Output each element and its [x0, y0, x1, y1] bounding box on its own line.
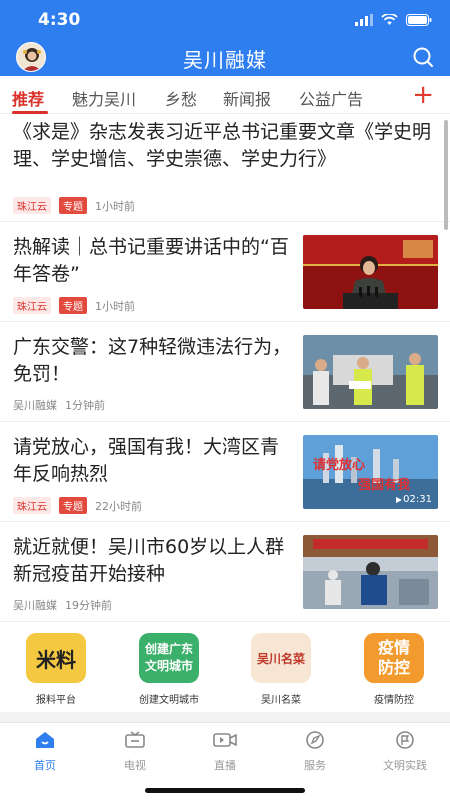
epidemic-control-icon: 疫情 防控	[364, 633, 424, 683]
publish-time: 1分钟前	[65, 399, 105, 412]
app-civilized-city[interactable]: 创建广东 文明城市 创建文明城市	[124, 633, 214, 706]
report-platform-icon: 米料	[26, 633, 86, 683]
news-meta: 珠江云 专题 22小时前	[13, 497, 142, 514]
tab-recommend[interactable]: 推荐	[12, 86, 44, 110]
app-famous-dishes[interactable]: 吴川名菜 吴川名菜	[236, 633, 326, 706]
news-thumbnail	[303, 335, 438, 409]
quick-apps: 米料 报料平台 创建广东 文明城市 创建文明城市 吴川名菜 吴川名菜 疫情 防控…	[0, 625, 450, 715]
source-badge: 珠江云	[13, 497, 51, 514]
topic-badge: 专题	[59, 297, 87, 314]
signal-icon	[355, 14, 373, 26]
news-headline: 广东交警：这7种轻微违法行为，免罚！	[13, 336, 292, 385]
section-divider	[0, 712, 450, 722]
tab-public-ads[interactable]: 公益广告	[299, 86, 363, 110]
topic-badge: 专题	[59, 197, 87, 214]
nav-service[interactable]: 服务	[270, 731, 360, 773]
status-time: 4:30	[38, 10, 81, 30]
tab-charm-wuchuan[interactable]: 魅力吴川	[72, 86, 136, 110]
news-thumbnail	[303, 235, 438, 309]
news-thumbnail	[303, 535, 438, 609]
source-badge: 珠江云	[13, 297, 51, 314]
nav-label: 文明实践	[383, 759, 427, 772]
compass-icon	[306, 731, 324, 749]
app-label: 创建文明城市	[139, 695, 199, 706]
news-meta: 吴川融媒 1分钟前	[13, 397, 105, 413]
wifi-icon	[381, 14, 398, 25]
nav-label: 电视	[124, 759, 146, 772]
status-bar: 4:30	[0, 0, 450, 40]
news-headline: 热解读｜总书记重要讲话中的“百年答卷”	[13, 236, 289, 285]
news-feed: 《求是》杂志发表习近平总书记重要文章《学史明理、学史增信、学史崇德、学史力行》 …	[0, 115, 450, 622]
video-duration: 02:31	[403, 494, 432, 505]
app-label: 疫情防控	[374, 695, 414, 706]
video-camera-icon	[213, 733, 237, 747]
tv-icon	[125, 731, 145, 748]
app-header: 吴川融媒	[0, 40, 450, 76]
tab-nostalgia[interactable]: 乡愁	[165, 86, 197, 110]
topic-badge: 专题	[59, 497, 87, 514]
nav-label: 直播	[214, 759, 236, 772]
news-item[interactable]: 热解读｜总书记重要讲话中的“百年答卷” 珠江云 专题 1小时前	[0, 222, 450, 322]
feed-scrollbar[interactable]	[444, 120, 448, 230]
svg-text:请党放心: 请党放心	[313, 457, 365, 473]
publish-time: 1小时前	[95, 299, 135, 313]
page-title: 吴川融媒	[183, 48, 267, 72]
app-epidemic-control[interactable]: 疫情 防控 疫情防控	[349, 633, 439, 706]
home-indicator	[145, 788, 305, 793]
flag-icon	[396, 731, 414, 749]
news-meta: 珠江云 专题 1小时前	[13, 197, 135, 214]
source-label: 吴川融媒	[13, 599, 57, 612]
add-channel-button[interactable]: +	[412, 82, 434, 108]
publish-time: 19分钟前	[65, 599, 112, 612]
svg-text:强国有我: 强国有我	[358, 477, 410, 493]
news-item[interactable]: 《求是》杂志发表习近平总书记重要文章《学史明理、学史增信、学史崇德、学史力行》 …	[0, 115, 450, 222]
nav-label: 首页	[34, 759, 56, 772]
news-headline: 请党放心，强国有我！大湾区青年反响热烈	[13, 436, 280, 485]
civilized-city-icon: 创建广东 文明城市	[139, 633, 199, 683]
nav-tv[interactable]: 电视	[90, 731, 180, 773]
source-label: 吴川融媒	[13, 399, 57, 412]
category-tabs: 推荐 魅力吴川 乡愁 新闻报 公益广告 +	[0, 78, 450, 114]
home-icon	[36, 732, 54, 748]
news-item[interactable]: 就近就便！吴川市60岁以上人群新冠疫苗开始接种 吴川融媒 19分钟前	[0, 522, 450, 622]
source-badge: 珠江云	[13, 197, 51, 214]
app-label: 吴川名菜	[261, 695, 301, 706]
news-headline: 《求是》杂志发表习近平总书记重要文章《学史明理、学史增信、学史崇德、学史力行》	[13, 121, 432, 170]
publish-time: 1小时前	[95, 199, 135, 213]
search-icon[interactable]	[412, 46, 434, 68]
status-icons	[355, 14, 432, 26]
famous-dishes-icon: 吴川名菜	[251, 633, 311, 683]
nav-live[interactable]: 直播	[180, 731, 270, 773]
video-thumbnail[interactable]: 请党放心 强国有我 02:31	[303, 435, 438, 509]
news-item[interactable]: 请党放心，强国有我！大湾区青年反响热烈 珠江云 专题 22小时前 请党放心 强国…	[0, 422, 450, 522]
nav-civilization-practice[interactable]: 文明实践	[360, 731, 450, 773]
battery-icon	[406, 14, 432, 26]
news-meta: 珠江云 专题 1小时前	[13, 297, 135, 314]
news-meta: 吴川融媒 19分钟前	[13, 597, 112, 613]
news-item[interactable]: 广东交警：这7种轻微违法行为，免罚！ 吴川融媒 1分钟前	[0, 322, 450, 422]
app-label: 报料平台	[36, 695, 76, 706]
nav-home[interactable]: 首页	[0, 731, 90, 773]
news-headline: 就近就便！吴川市60岁以上人群新冠疫苗开始接种	[13, 536, 285, 585]
active-tab-indicator	[12, 111, 48, 114]
publish-time: 22小时前	[95, 499, 142, 513]
app-report-platform[interactable]: 米料 报料平台	[11, 633, 101, 706]
nav-label: 服务	[304, 759, 326, 772]
tab-newspaper[interactable]: 新闻报	[223, 86, 271, 110]
